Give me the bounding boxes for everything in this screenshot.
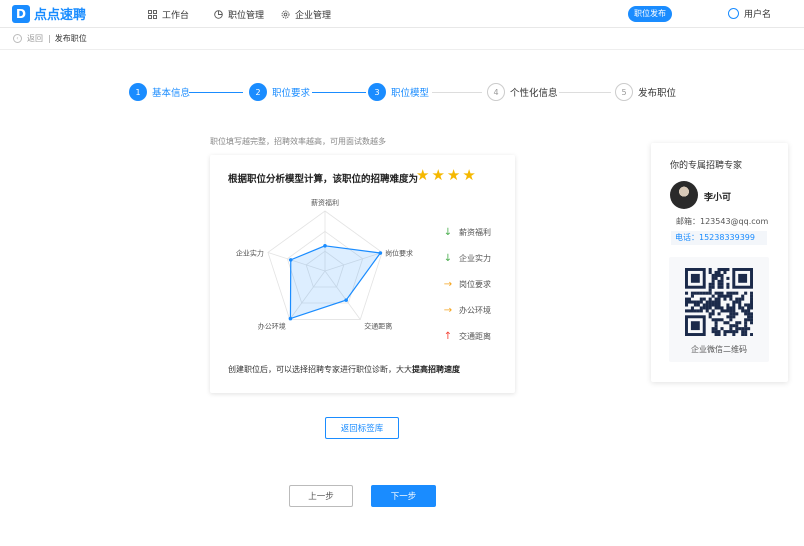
expert-phone: 电话：15238339399: [671, 231, 767, 245]
gear-icon: [281, 10, 290, 19]
logo-text: 点点速聘: [34, 8, 87, 23]
step-publish[interactable]: 5 发布职位: [615, 83, 676, 101]
radar-axis-label: 薪资福利: [311, 198, 339, 207]
step-connector: [189, 92, 243, 93]
radar-point: [323, 244, 327, 248]
legend-label: 薪资福利: [459, 227, 491, 237]
top-header: D 点点速聘 工作台 职位管理 企业管理 职位发布 用户名: [0, 0, 804, 28]
email-label: 邮箱：: [676, 217, 700, 226]
qr-caption: 企业微信二维码: [691, 345, 747, 354]
breadcrumb-separator: |: [48, 34, 51, 43]
step-label: 发布职位: [638, 88, 677, 99]
phone-value[interactable]: 15238339399: [699, 233, 755, 242]
footer-highlight: 提高招聘速度: [412, 365, 460, 374]
radar-point: [344, 298, 348, 302]
qr-code-icon: [685, 268, 753, 336]
star-icon: ★: [462, 166, 476, 184]
nav-label: 职位管理: [228, 11, 265, 21]
breadcrumb: ‹ 返回 | 发布职位: [0, 28, 804, 50]
step-progress: 1 基本信息 2 职位要求 3 职位模型 4 个性化信息 5 发布职位: [129, 83, 689, 105]
step-number: 1: [129, 83, 147, 101]
step-job-requirements[interactable]: 2 职位要求: [249, 83, 310, 101]
step-connector: [432, 92, 482, 93]
difficulty-title: 根据职位分析模型计算，该职位的招聘难度为: [228, 174, 419, 185]
expert-panel: 你的专属招聘专家 李小可 邮箱：123543@qq.com 电话：1523833…: [651, 143, 788, 382]
step-basic-info[interactable]: 1 基本信息: [129, 83, 190, 101]
star-icon: ★: [446, 166, 461, 184]
arrow-right-icon: →: [443, 304, 453, 316]
step-label: 职位要求: [272, 88, 311, 99]
legend-item: → 岗位要求: [442, 271, 491, 297]
footer-prefix: 创建职位后，可以选择招聘专家进行职位诊断，大大: [228, 365, 412, 374]
user-avatar-icon: [728, 8, 739, 19]
qr-code-box: 企业微信二维码: [669, 257, 769, 362]
radar-point: [378, 251, 383, 255]
step-personalized-info[interactable]: 4 个性化信息: [487, 83, 558, 101]
step-job-model[interactable]: 3 职位模型: [368, 83, 429, 101]
radar-axis-label: 企业实力: [236, 248, 264, 257]
job-model-card: 根据职位分析模型计算，该职位的招聘难度为 ★ ★ ★ ★ 薪资福利 岗位要求 交通距离 办公…: [210, 155, 515, 393]
step-number: 3: [368, 83, 386, 101]
breadcrumb-current: 发布职位: [54, 34, 87, 43]
chevron-left-icon[interactable]: ‹: [13, 34, 22, 43]
nav-item-workbench[interactable]: 工作台: [148, 8, 189, 21]
card-footer-text: 创建职位后，可以选择招聘专家进行职位诊断，大大提高招聘速度: [228, 364, 460, 375]
nav-item-jobs[interactable]: 职位管理: [214, 8, 264, 21]
step-number: 5: [615, 83, 633, 101]
step-label: 职位模型: [391, 88, 430, 99]
arrow-up-icon: ↑: [443, 330, 453, 342]
email-value[interactable]: 123543@qq.com: [700, 217, 768, 226]
radar-legend: ↓ 薪资福利 ↓ 企业实力 → 岗位要求 → 办公环境 ↑ 交通距离: [442, 219, 491, 349]
radar-axis-label: 办公环境: [258, 322, 286, 331]
step-label: 基本信息: [152, 88, 191, 99]
user-name: 用户名: [744, 10, 772, 20]
expert-name: 李小可: [704, 193, 732, 203]
nav-label: 工作台: [162, 11, 190, 21]
radar-point: [288, 316, 293, 321]
logo[interactable]: D 点点速聘: [12, 4, 86, 23]
arrow-down-icon: ↓: [443, 252, 453, 264]
back-link[interactable]: 返回: [27, 33, 43, 44]
logo-icon: D: [12, 4, 30, 23]
expert-avatar: [670, 181, 698, 209]
legend-item: → 办公环境: [442, 297, 491, 323]
radar-axis-label: 岗位要求: [385, 248, 413, 257]
difficulty-stars: ★ ★ ★ ★: [416, 168, 478, 183]
expert-email: 邮箱：123543@qq.com: [676, 216, 768, 227]
next-step-button[interactable]: 下一步: [371, 485, 436, 507]
step-label: 个性化信息: [510, 88, 558, 99]
legend-item: ↑ 交通距离: [442, 323, 491, 349]
radar-axis-label: 交通距离: [364, 322, 392, 331]
publish-job-button[interactable]: 职位发布: [628, 6, 672, 22]
legend-item: ↓ 薪资福利: [442, 219, 491, 245]
legend-label: 办公环境: [459, 305, 491, 315]
radar-point: [288, 258, 293, 262]
step-number: 4: [487, 83, 505, 101]
star-icon: ★: [431, 166, 445, 184]
step-connector: [312, 92, 366, 93]
pie-chart-icon: [214, 10, 223, 19]
step-connector: [559, 92, 611, 93]
page: D 点点速聘 工作台 职位管理 企业管理 职位发布 用户名 ‹ 返回 | 发布职…: [0, 0, 804, 546]
arrow-down-icon: ↓: [443, 226, 453, 238]
grid-icon: [148, 10, 157, 19]
prev-step-button[interactable]: 上一步: [289, 485, 353, 507]
legend-label: 交通距离: [459, 331, 491, 341]
radar-series-area: [289, 245, 382, 320]
star-icon: ★: [416, 166, 430, 184]
legend-item: ↓ 企业实力: [442, 245, 491, 271]
completeness-hint: 职位填写越完整，招聘效率越高，可用面试数越多: [210, 137, 386, 146]
user-menu[interactable]: 用户名: [728, 7, 771, 20]
arrow-right-icon: →: [443, 278, 453, 290]
phone-label: 电话：: [675, 233, 699, 242]
legend-label: 岗位要求: [459, 279, 491, 289]
nav-item-company[interactable]: 企业管理: [281, 8, 331, 21]
expert-title: 你的专属招聘专家: [670, 161, 743, 171]
step-number: 2: [249, 83, 267, 101]
legend-label: 企业实力: [459, 253, 491, 263]
back-to-tags-button[interactable]: 返回标签库: [325, 417, 399, 439]
nav-label: 企业管理: [295, 11, 332, 21]
